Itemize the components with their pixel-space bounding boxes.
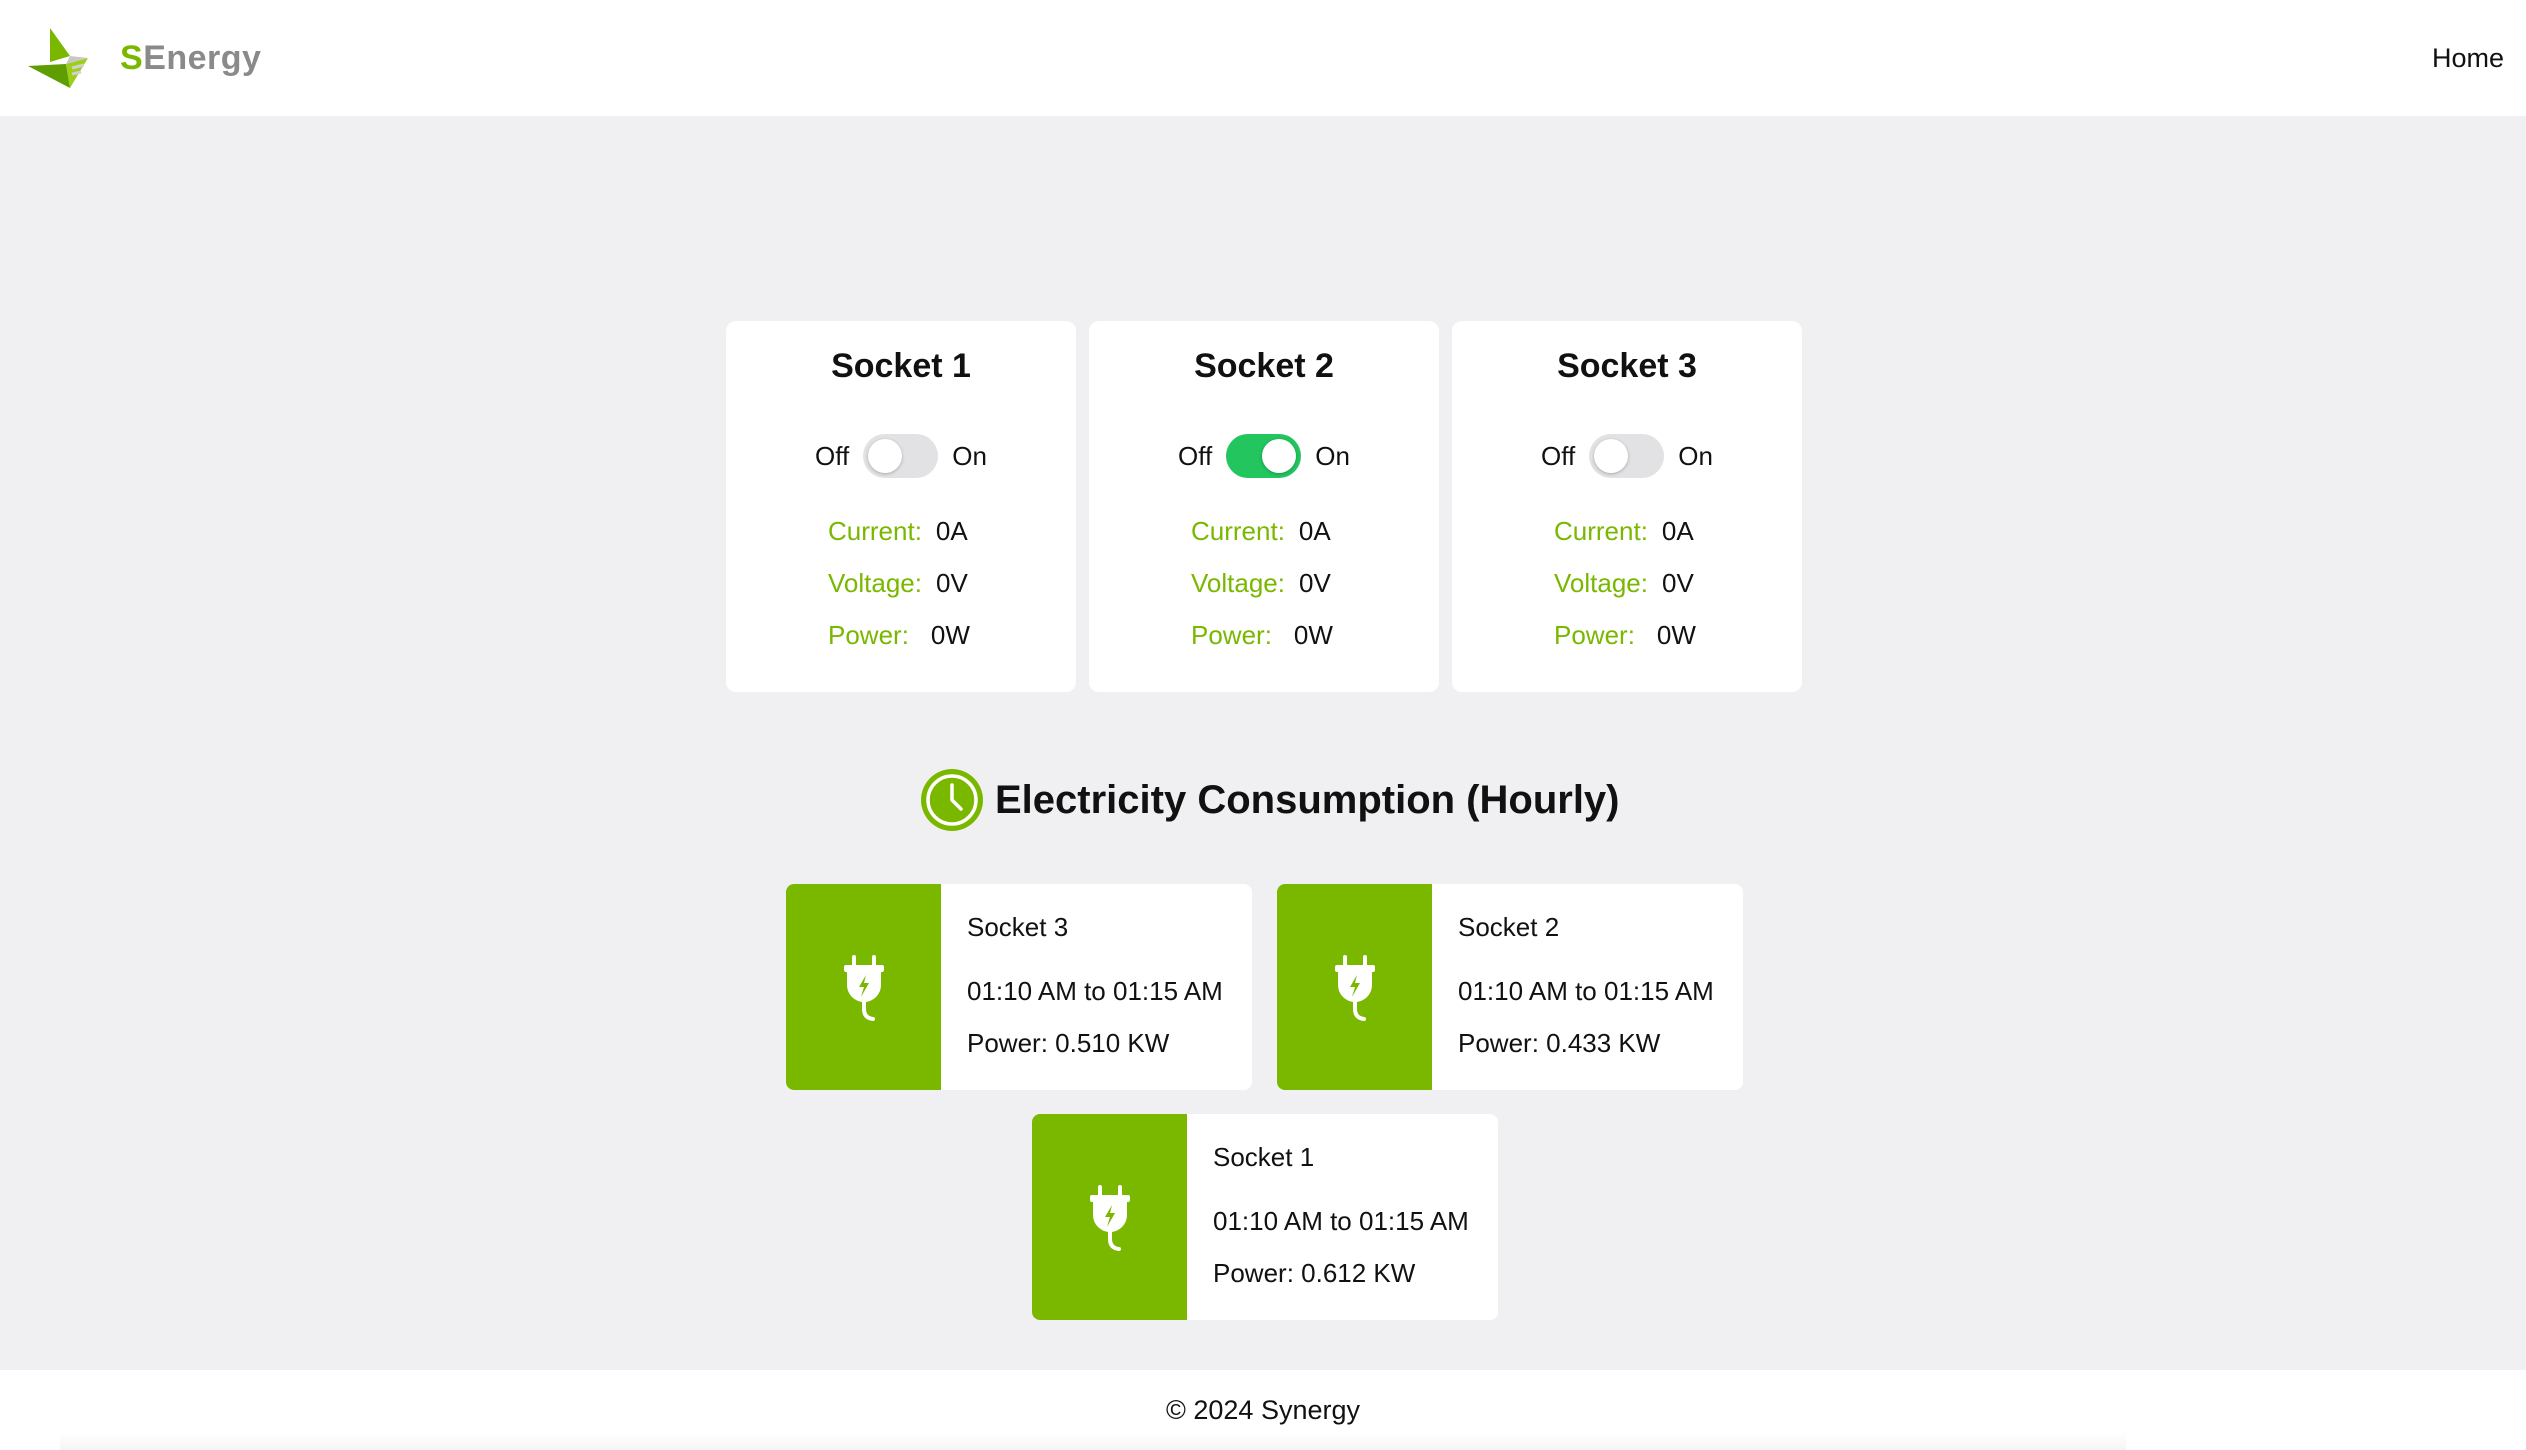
socket-title: Socket 2 [1194,347,1334,385]
current-label: Current: [1191,516,1285,546]
voltage-label: Voltage: [828,568,922,598]
current-label: Current: [828,516,922,546]
plug-icon-box [786,884,941,1090]
consumption-socket-name: Socket 1 [1213,1142,1315,1172]
current-label: Current: [1554,516,1648,546]
power-label: Power: [1191,620,1272,650]
voltage-value: 0V [1298,568,1331,598]
consumption-card-socket-1: Socket 1 01:10 AM to 01:15 AM Power: 0.6… [1032,1114,1498,1320]
off-label: Off [815,440,850,471]
brand-name-rest: Energy [143,38,262,77]
consumption-power: Power: 0.433 KW [1458,1028,1661,1058]
copyright-text: © 2024 Synergy [1165,1394,1360,1425]
power-value: 0W [1656,620,1696,650]
power-reading: Power: 0W [1554,620,1802,672]
socket-1-toggle[interactable] [863,434,939,478]
toggle-row: Off On [1178,434,1350,478]
consumption-time-range: 01:10 AM to 01:15 AM [1213,1206,1469,1236]
current-reading: Current: 0A [828,516,1076,568]
on-label: On [1315,440,1350,471]
plug-icon [1089,1185,1130,1251]
socket-3-toggle[interactable] [1589,434,1665,478]
socket-card-3: Socket 3 Off On Current: 0A Voltage: 0V … [1452,321,1802,692]
power-reading: Power: 0W [1191,620,1439,672]
consumption-details: Socket 2 01:10 AM to 01:15 AM Power: 0.4… [1432,884,1714,1090]
voltage-label: Voltage: [1191,568,1285,598]
clock-icon [921,769,983,831]
current-value: 0A [935,516,968,546]
voltage-label: Voltage: [1554,568,1648,598]
plug-icon-box [1277,884,1432,1090]
senergy-logo-icon [28,28,88,88]
voltage-reading: Voltage: 0V [1191,568,1439,620]
current-reading: Current: 0A [1554,516,1802,568]
plug-icon [1334,955,1375,1021]
readings: Current: 0A Voltage: 0V Power: 0W [726,516,1076,672]
consumption-card-socket-2: Socket 2 01:10 AM to 01:15 AM Power: 0.4… [1277,884,1743,1090]
toggle-knob [1262,439,1297,473]
voltage-reading: Voltage: 0V [828,568,1076,620]
consumption-title: Electricity Consumption (Hourly) [995,777,1620,822]
readings: Current: 0A Voltage: 0V Power: 0W [1452,516,1802,672]
socket-card-2: Socket 2 Off On Current: 0A Voltage: 0V … [1089,321,1439,692]
toggle-row: Off On [1541,434,1713,478]
toggle-knob [1594,439,1629,473]
footer: © 2024 Synergy [0,1370,2526,1450]
toggle-knob [868,439,903,473]
power-value: 0W [930,620,970,650]
current-value: 0A [1661,516,1694,546]
current-value: 0A [1298,516,1331,546]
consumption-time-range: 01:10 AM to 01:15 AM [967,976,1223,1006]
consumption-heading: Electricity Consumption (Hourly) [919,767,1620,833]
plug-icon [843,955,884,1021]
current-reading: Current: 0A [1191,516,1439,568]
socket-card-1: Socket 1 Off On Current: 0A Voltage: 0V … [726,321,1076,692]
consumption-socket-name: Socket 2 [1458,912,1560,942]
top-header: SEnergy Home [0,0,2526,116]
consumption-details: Socket 3 01:10 AM to 01:15 AM Power: 0.5… [941,884,1223,1090]
socket-2-toggle[interactable] [1226,434,1302,478]
off-label: Off [1541,440,1576,471]
consumption-power: Power: 0.612 KW [1213,1258,1416,1288]
toggle-row: Off On [815,434,987,478]
brand-name: SEnergy [120,39,261,78]
socket-cards: Socket 1 Off On Current: 0A Voltage: 0V … [726,321,1802,692]
brand-name-first: S [120,38,144,77]
readings: Current: 0A Voltage: 0V Power: 0W [1089,516,1439,672]
nav-home-link[interactable]: Home [2432,43,2504,74]
consumption-card-socket-3: Socket 3 01:10 AM to 01:15 AM Power: 0.5… [786,884,1252,1090]
consumption-socket-name: Socket 3 [967,912,1069,942]
socket-title: Socket 3 [1557,347,1697,385]
consumption-time-range: 01:10 AM to 01:15 AM [1458,976,1714,1006]
power-value: 0W [1293,620,1333,650]
consumption-power: Power: 0.510 KW [967,1028,1170,1058]
voltage-value: 0V [1661,568,1694,598]
socket-title: Socket 1 [831,347,971,385]
power-label: Power: [1554,620,1635,650]
off-label: Off [1178,440,1213,471]
power-label: Power: [828,620,909,650]
voltage-reading: Voltage: 0V [1554,568,1802,620]
on-label: On [1678,440,1713,471]
consumption-details: Socket 1 01:10 AM to 01:15 AM Power: 0.6… [1187,1114,1469,1320]
brand[interactable]: SEnergy [26,26,261,90]
plug-icon-box [1032,1114,1187,1320]
voltage-value: 0V [935,568,968,598]
power-reading: Power: 0W [828,620,1076,672]
on-label: On [952,440,987,471]
